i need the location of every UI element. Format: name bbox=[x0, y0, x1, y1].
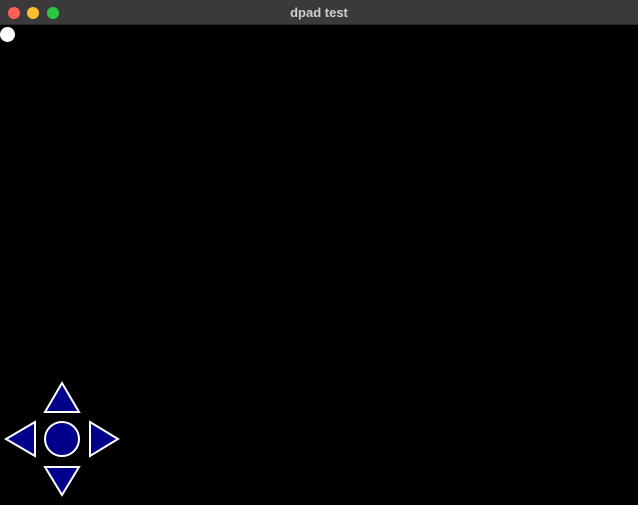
down-arrow-icon[interactable] bbox=[43, 466, 81, 497]
game-canvas[interactable] bbox=[0, 25, 638, 505]
right-arrow-icon[interactable] bbox=[89, 420, 120, 458]
center-button[interactable] bbox=[44, 421, 80, 457]
left-arrow-icon[interactable] bbox=[4, 420, 36, 458]
up-arrow-icon[interactable] bbox=[43, 381, 81, 413]
dpad[interactable] bbox=[0, 380, 125, 498]
title-bar: dpad test bbox=[0, 0, 638, 25]
app-window: dpad test bbox=[0, 0, 638, 505]
ball bbox=[0, 27, 15, 42]
window-title: dpad test bbox=[290, 5, 348, 20]
